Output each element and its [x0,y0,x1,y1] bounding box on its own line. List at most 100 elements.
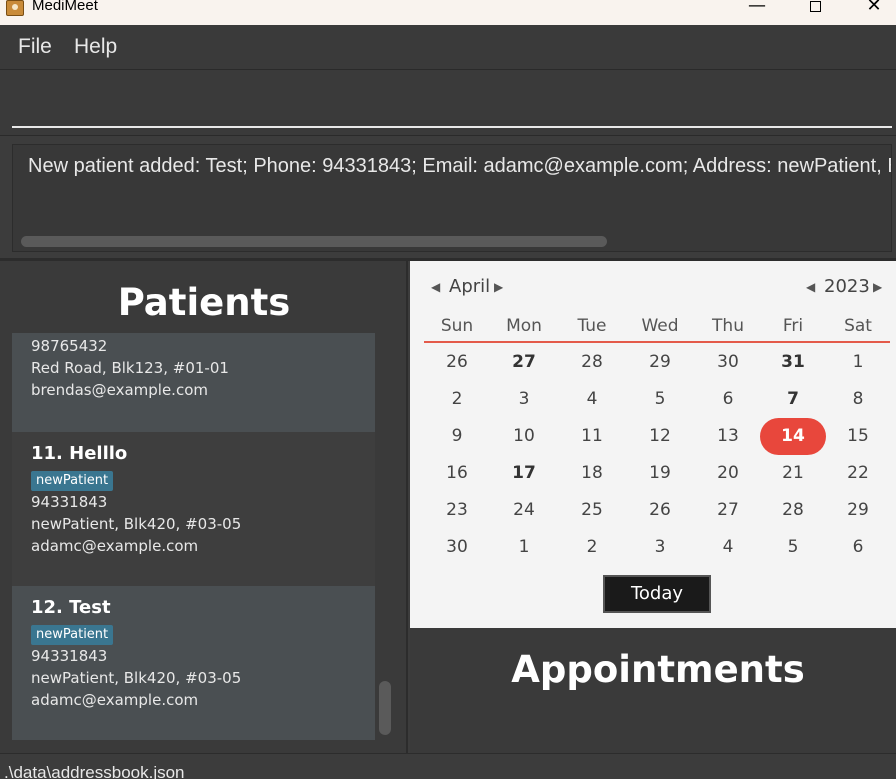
day-number: 2 [586,537,598,557]
patient-phone: 94331843 [31,647,108,665]
calendar-day[interactable]: 26 [424,344,490,381]
horizontal-scrollbar[interactable] [21,236,607,247]
day-number: 6 [722,389,734,409]
calendar-day[interactable]: 17 [491,455,557,492]
calendar-day[interactable]: 19 [627,455,693,492]
calendar-day[interactable]: 3 [627,529,693,566]
calendar-day[interactable]: 12 [627,418,693,455]
next-year-icon[interactable]: ▶ [873,280,882,294]
calendar: ◀ April ▶ ◀ 2023 ▶ Sun Mon Tue Wed Thu F… [410,261,896,628]
calendar-day[interactable]: 25 [559,492,625,529]
day-number: 1 [518,537,530,557]
day-number: 22 [847,463,869,483]
calendar-day[interactable]: 5 [760,529,826,566]
next-month-icon[interactable]: ▶ [494,280,503,294]
status-bar: .\data\addressbook.json [0,753,896,779]
prev-month-icon[interactable]: ◀ [431,280,440,294]
calendar-day[interactable]: 21 [760,455,826,492]
calendar-day[interactable]: 1 [825,344,891,381]
day-number: 3 [654,537,666,557]
day-number: 9 [451,426,463,446]
maximize-button[interactable] [796,0,836,18]
result-text: New patient added: Test; Phone: 94331843… [28,155,891,177]
calendar-day[interactable]: 28 [559,344,625,381]
day-number: 8 [852,389,864,409]
calendar-day[interactable]: 11 [559,418,625,455]
calendar-day[interactable]: 16 [424,455,490,492]
save-location: .\data\addressbook.json [4,763,185,779]
prev-year-icon[interactable]: ◀ [806,280,815,294]
calendar-day[interactable]: 22 [825,455,891,492]
calendar-day[interactable]: 4 [559,381,625,418]
patient-address: Red Road, Blk123, #01-01 [31,359,229,377]
title-bar: MediMeet — ✕ [0,0,896,25]
calendar-day[interactable]: 23 [424,492,490,529]
calendar-day[interactable]: 1 [491,529,557,566]
calendar-day[interactable]: 28 [760,492,826,529]
day-number: 1 [852,352,864,372]
window-title: MediMeet [32,0,98,14]
day-number: 16 [446,463,468,483]
today-button[interactable]: Today [603,575,711,613]
day-number: 4 [722,537,734,557]
day-number: 21 [782,463,804,483]
contact-book-icon [6,0,24,16]
patient-tag: newPatient [31,625,114,645]
patient-address: newPatient, Blk420, #03-05 [31,515,242,533]
calendar-day[interactable]: 20 [695,455,761,492]
calendar-day[interactable]: 26 [627,492,693,529]
calendar-day[interactable]: 29 [627,344,693,381]
day-number: 15 [847,426,869,446]
day-number: 12 [649,426,671,446]
calendar-day[interactable]: 4 [695,529,761,566]
weekday-label: Mon [506,316,542,336]
calendar-day[interactable]: 29 [825,492,891,529]
day-number: 27 [717,500,739,520]
day-number: 4 [586,389,598,409]
calendar-day[interactable]: 2 [559,529,625,566]
calendar-day[interactable]: 30 [695,344,761,381]
appointments-panel: Appointments [410,628,896,753]
calendar-day[interactable]: 6 [825,529,891,566]
patient-list[interactable]: 98765432 Red Road, Blk123, #01-01 brenda… [12,333,375,740]
calendar-day[interactable]: 15 [825,418,891,455]
calendar-day[interactable]: 10 [491,418,557,455]
patient-phone: 98765432 [31,337,108,355]
day-number: 30 [717,352,739,372]
calendar-day[interactable]: 8 [825,381,891,418]
calendar-day[interactable]: 27 [695,492,761,529]
command-input[interactable] [12,70,892,128]
patient-name: 12. Test [31,597,111,618]
calendar-day[interactable]: 9 [424,418,490,455]
patient-card[interactable]: 12. Test newPatient 94331843 newPatient,… [12,586,375,740]
calendar-day[interactable]: 18 [559,455,625,492]
calendar-day-selected[interactable]: 14 [760,418,826,455]
patient-card[interactable]: 98765432 Red Road, Blk123, #01-01 brenda… [12,333,375,432]
day-number: 18 [581,463,603,483]
command-box [0,70,896,136]
patient-tag: newPatient [31,471,114,491]
day-number: 26 [649,500,671,520]
day-number: 17 [512,463,536,483]
calendar-day[interactable]: 31 [760,344,826,381]
minimize-button[interactable]: — [737,0,777,18]
patient-email: adamc@example.com [31,537,199,555]
day-number: 23 [446,500,468,520]
calendar-day[interactable]: 7 [760,381,826,418]
calendar-day[interactable]: 5 [627,381,693,418]
calendar-day[interactable]: 13 [695,418,761,455]
calendar-day[interactable]: 30 [424,529,490,566]
calendar-day[interactable]: 27 [491,344,557,381]
calendar-day[interactable]: 24 [491,492,557,529]
weekday-label: Wed [641,316,679,336]
patient-card[interactable]: 11. Helllo newPatient 94331843 newPatien… [12,432,375,586]
menu-file[interactable]: File [18,35,52,59]
day-number: 27 [512,352,536,372]
calendar-day[interactable]: 2 [424,381,490,418]
menu-help[interactable]: Help [74,35,117,59]
calendar-day[interactable]: 3 [491,381,557,418]
close-button[interactable]: ✕ [854,0,894,18]
vertical-scrollbar[interactable] [379,681,391,735]
patients-panel: Patients 98765432 Red Road, Blk123, #01-… [0,261,408,753]
calendar-day[interactable]: 6 [695,381,761,418]
